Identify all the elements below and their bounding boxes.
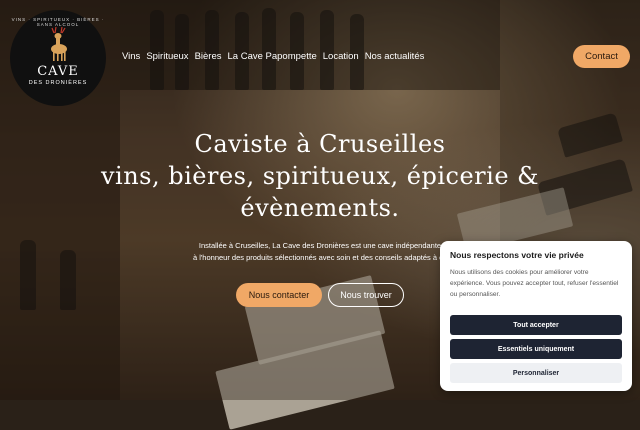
nav-item-vins[interactable]: Vins <box>122 51 140 62</box>
contact-us-button[interactable]: Nous contacter <box>236 283 322 307</box>
nav-item-spiritueux[interactable]: Spiritueux <box>146 51 188 62</box>
accept-all-button[interactable]: Tout accepter <box>450 315 622 335</box>
nav-item-cave-papompette[interactable]: La Cave Papompette <box>228 51 317 62</box>
logo-arc-text: VINS · SPIRITUEUX · BIÈRES · SANS ALCOOL <box>11 17 105 27</box>
hero-title-line: Caviste à Cruseilles <box>194 130 446 158</box>
cookie-text: Nous utilisons des cookies pour améliore… <box>450 269 619 298</box>
nav-item-location[interactable]: Location <box>323 51 359 62</box>
hero-title: Caviste à Cruseilles vins, bières, spiri… <box>60 128 580 224</box>
nav-item-actualites[interactable]: Nos actualités <box>365 51 425 62</box>
customize-button[interactable]: Personnaliser <box>450 363 622 383</box>
logo-name: CAVE <box>37 64 79 79</box>
hero-title-line: évènements. <box>240 194 400 222</box>
cookie-title: Nous respectons votre vie privée <box>450 250 584 260</box>
contact-button[interactable]: Contact <box>573 45 630 68</box>
find-us-button[interactable]: Nous trouver <box>328 283 404 307</box>
cookie-consent-panel: Nous respectons votre vie privée Nous ut… <box>440 241 632 391</box>
deer-icon <box>51 26 67 61</box>
hero-title-line: vins, bières, spiritueux, épicerie & <box>100 162 540 190</box>
nav-item-bieres[interactable]: Bières <box>195 51 222 62</box>
logo-subname: DES DRONIÈRES <box>28 80 88 86</box>
essential-only-button[interactable]: Essentiels uniquement <box>450 339 622 359</box>
site-logo[interactable]: VINS · SPIRITUEUX · BIÈRES · SANS ALCOOL… <box>10 10 106 106</box>
main-nav: Vins Spiritueux Bières La Cave Papompett… <box>122 51 424 62</box>
